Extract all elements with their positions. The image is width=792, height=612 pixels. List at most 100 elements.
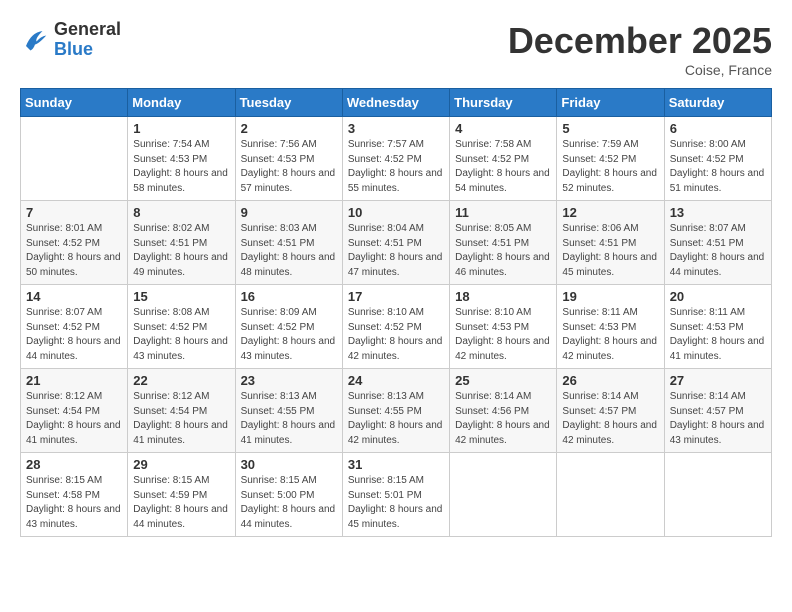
calendar-cell: 3 Sunrise: 7:57 AMSunset: 4:52 PMDaylight… bbox=[342, 117, 449, 201]
day-number: 3 bbox=[348, 121, 444, 136]
weekday-header-saturday: Saturday bbox=[664, 89, 771, 117]
calendar-cell: 25 Sunrise: 8:14 AMSunset: 4:56 PMDayligh… bbox=[450, 369, 557, 453]
day-info: Sunrise: 8:15 AMSunset: 5:01 PMDaylight:… bbox=[348, 474, 444, 532]
day-info: Sunrise: 8:15 AMSunset: 5:00 PMDaylight:… bbox=[241, 474, 337, 532]
location: Coise, France bbox=[508, 62, 772, 78]
day-info: Sunrise: 8:14 AMSunset: 4:57 PMDaylight:… bbox=[562, 390, 658, 448]
day-info: Sunrise: 8:03 AMSunset: 4:51 PMDaylight:… bbox=[241, 222, 337, 280]
day-info: Sunrise: 8:07 AMSunset: 4:52 PMDaylight:… bbox=[26, 306, 122, 364]
calendar-cell: 23Sunrise: 8:13 AMSunset: 4:55 PMDayligh… bbox=[235, 369, 342, 453]
day-info: Sunrise: 8:09 AMSunset: 4:52 PMDaylight:… bbox=[241, 306, 337, 364]
week-row-1: 1 Sunrise: 7:54 AMSunset: 4:53 PMDaylight… bbox=[21, 117, 772, 201]
calendar-cell bbox=[21, 117, 128, 201]
day-info: Sunrise: 8:12 AMSunset: 4:54 PMDaylight:… bbox=[26, 390, 122, 448]
weekday-header-monday: Monday bbox=[128, 89, 235, 117]
weekday-header-sunday: Sunday bbox=[21, 89, 128, 117]
day-info: Sunrise: 8:10 AMSunset: 4:53 PMDaylight:… bbox=[455, 306, 551, 364]
logo-general: General bbox=[54, 20, 121, 40]
day-number: 15 bbox=[133, 289, 229, 304]
title-block: December 2025 Coise, France bbox=[508, 20, 772, 78]
calendar-cell: 17 Sunrise: 8:10 AMSunset: 4:52 PMDayligh… bbox=[342, 285, 449, 369]
weekday-header-thursday: Thursday bbox=[450, 89, 557, 117]
calendar-cell: 19Sunrise: 8:11 AMSunset: 4:53 PMDayligh… bbox=[557, 285, 664, 369]
calendar-cell: 26 Sunrise: 8:14 AMSunset: 4:57 PMDayligh… bbox=[557, 369, 664, 453]
day-number: 21 bbox=[26, 373, 122, 388]
calendar-cell: 30 Sunrise: 8:15 AMSunset: 5:00 PMDayligh… bbox=[235, 453, 342, 537]
calendar-cell: 7 Sunrise: 8:01 AMSunset: 4:52 PMDaylight… bbox=[21, 201, 128, 285]
month-title: December 2025 bbox=[508, 20, 772, 62]
day-number: 26 bbox=[562, 373, 658, 388]
logo: General Blue bbox=[20, 20, 121, 60]
day-info: Sunrise: 8:08 AMSunset: 4:52 PMDaylight:… bbox=[133, 306, 229, 364]
calendar-cell bbox=[557, 453, 664, 537]
calendar-cell: 1 Sunrise: 7:54 AMSunset: 4:53 PMDaylight… bbox=[128, 117, 235, 201]
calendar-cell: 10Sunrise: 8:04 AMSunset: 4:51 PMDayligh… bbox=[342, 201, 449, 285]
day-number: 31 bbox=[348, 457, 444, 472]
calendar-cell: 20Sunrise: 8:11 AMSunset: 4:53 PMDayligh… bbox=[664, 285, 771, 369]
day-number: 11 bbox=[455, 205, 551, 220]
day-number: 9 bbox=[241, 205, 337, 220]
weekday-header-wednesday: Wednesday bbox=[342, 89, 449, 117]
page-header: General Blue December 2025 Coise, France bbox=[20, 20, 772, 78]
calendar-cell: 31 Sunrise: 8:15 AMSunset: 5:01 PMDayligh… bbox=[342, 453, 449, 537]
week-row-5: 28 Sunrise: 8:15 AMSunset: 4:58 PMDayligh… bbox=[21, 453, 772, 537]
day-number: 28 bbox=[26, 457, 122, 472]
day-number: 20 bbox=[670, 289, 766, 304]
day-info: Sunrise: 8:10 AMSunset: 4:52 PMDaylight:… bbox=[348, 306, 444, 364]
day-number: 18 bbox=[455, 289, 551, 304]
calendar-cell: 9 Sunrise: 8:03 AMSunset: 4:51 PMDaylight… bbox=[235, 201, 342, 285]
day-number: 7 bbox=[26, 205, 122, 220]
weekday-header-row: SundayMondayTuesdayWednesdayThursdayFrid… bbox=[21, 89, 772, 117]
logo-text: General Blue bbox=[54, 20, 121, 60]
week-row-4: 21 Sunrise: 8:12 AMSunset: 4:54 PMDayligh… bbox=[21, 369, 772, 453]
day-info: Sunrise: 7:56 AMSunset: 4:53 PMDaylight:… bbox=[241, 138, 337, 196]
day-number: 24 bbox=[348, 373, 444, 388]
day-info: Sunrise: 8:06 AMSunset: 4:51 PMDaylight:… bbox=[562, 222, 658, 280]
day-info: Sunrise: 7:57 AMSunset: 4:52 PMDaylight:… bbox=[348, 138, 444, 196]
day-number: 22 bbox=[133, 373, 229, 388]
day-info: Sunrise: 8:15 AMSunset: 4:59 PMDaylight:… bbox=[133, 474, 229, 532]
calendar-cell: 14Sunrise: 8:07 AMSunset: 4:52 PMDayligh… bbox=[21, 285, 128, 369]
day-info: Sunrise: 8:13 AMSunset: 4:55 PMDaylight:… bbox=[348, 390, 444, 448]
week-row-3: 14Sunrise: 8:07 AMSunset: 4:52 PMDayligh… bbox=[21, 285, 772, 369]
calendar-cell: 4 Sunrise: 7:58 AMSunset: 4:52 PMDaylight… bbox=[450, 117, 557, 201]
calendar-cell: 12 Sunrise: 8:06 AMSunset: 4:51 PMDayligh… bbox=[557, 201, 664, 285]
day-number: 30 bbox=[241, 457, 337, 472]
day-number: 25 bbox=[455, 373, 551, 388]
day-number: 16 bbox=[241, 289, 337, 304]
calendar-cell: 8Sunrise: 8:02 AMSunset: 4:51 PMDaylight… bbox=[128, 201, 235, 285]
calendar-cell: 5 Sunrise: 7:59 AMSunset: 4:52 PMDaylight… bbox=[557, 117, 664, 201]
calendar-cell: 24 Sunrise: 8:13 AMSunset: 4:55 PMDayligh… bbox=[342, 369, 449, 453]
calendar-cell bbox=[664, 453, 771, 537]
day-info: Sunrise: 8:01 AMSunset: 4:52 PMDaylight:… bbox=[26, 222, 122, 280]
day-number: 17 bbox=[348, 289, 444, 304]
logo-bird-icon bbox=[20, 25, 50, 55]
calendar-cell: 28 Sunrise: 8:15 AMSunset: 4:58 PMDayligh… bbox=[21, 453, 128, 537]
day-info: Sunrise: 8:14 AMSunset: 4:56 PMDaylight:… bbox=[455, 390, 551, 448]
calendar-cell: 29Sunrise: 8:15 AMSunset: 4:59 PMDayligh… bbox=[128, 453, 235, 537]
calendar-cell: 2 Sunrise: 7:56 AMSunset: 4:53 PMDaylight… bbox=[235, 117, 342, 201]
day-number: 4 bbox=[455, 121, 551, 136]
day-info: Sunrise: 8:05 AMSunset: 4:51 PMDaylight:… bbox=[455, 222, 551, 280]
calendar-table: SundayMondayTuesdayWednesdayThursdayFrid… bbox=[20, 88, 772, 537]
day-info: Sunrise: 8:00 AMSunset: 4:52 PMDaylight:… bbox=[670, 138, 766, 196]
calendar-cell: 22 Sunrise: 8:12 AMSunset: 4:54 PMDayligh… bbox=[128, 369, 235, 453]
day-info: Sunrise: 8:15 AMSunset: 4:58 PMDaylight:… bbox=[26, 474, 122, 532]
day-number: 10 bbox=[348, 205, 444, 220]
day-info: Sunrise: 7:58 AMSunset: 4:52 PMDaylight:… bbox=[455, 138, 551, 196]
day-number: 5 bbox=[562, 121, 658, 136]
day-info: Sunrise: 7:54 AMSunset: 4:53 PMDaylight:… bbox=[133, 138, 229, 196]
day-number: 8 bbox=[133, 205, 229, 220]
calendar-cell: 18 Sunrise: 8:10 AMSunset: 4:53 PMDayligh… bbox=[450, 285, 557, 369]
day-number: 12 bbox=[562, 205, 658, 220]
day-number: 2 bbox=[241, 121, 337, 136]
weekday-header-tuesday: Tuesday bbox=[235, 89, 342, 117]
day-number: 1 bbox=[133, 121, 229, 136]
day-info: Sunrise: 7:59 AMSunset: 4:52 PMDaylight:… bbox=[562, 138, 658, 196]
day-number: 13 bbox=[670, 205, 766, 220]
day-info: Sunrise: 8:07 AMSunset: 4:51 PMDaylight:… bbox=[670, 222, 766, 280]
day-info: Sunrise: 8:12 AMSunset: 4:54 PMDaylight:… bbox=[133, 390, 229, 448]
weekday-header-friday: Friday bbox=[557, 89, 664, 117]
calendar-cell: 6Sunrise: 8:00 AMSunset: 4:52 PMDaylight… bbox=[664, 117, 771, 201]
day-number: 23 bbox=[241, 373, 337, 388]
